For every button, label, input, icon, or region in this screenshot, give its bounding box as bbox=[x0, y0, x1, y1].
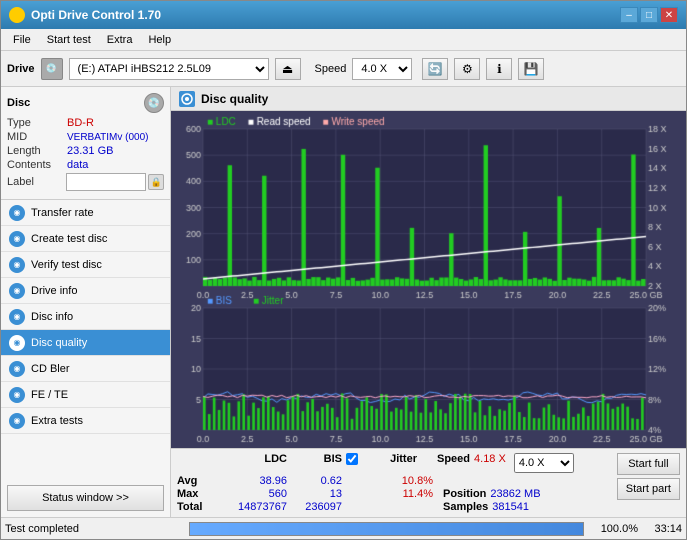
label-label: Label bbox=[7, 176, 66, 188]
cd-bler-icon: ◉ bbox=[9, 361, 25, 377]
total-label: Total bbox=[177, 501, 217, 513]
drive-info-icon: ◉ bbox=[9, 283, 25, 299]
jitter-header: Jitter bbox=[362, 453, 417, 473]
menu-file[interactable]: File bbox=[5, 32, 39, 48]
samples-value: 381541 bbox=[492, 501, 529, 513]
jitter-checkbox[interactable] bbox=[346, 453, 358, 465]
quality-chart bbox=[171, 111, 686, 448]
close-button[interactable]: ✕ bbox=[660, 7, 678, 23]
disc-quality-icon: ◉ bbox=[9, 335, 25, 351]
max-bis: 13 bbox=[287, 488, 342, 500]
sidebar-item-verify-test-disc[interactable]: ◉ Verify test disc bbox=[1, 252, 170, 278]
ldc-header: LDC bbox=[217, 453, 287, 473]
transfer-rate-icon: ◉ bbox=[9, 205, 25, 221]
drive-icon: 💿 bbox=[41, 58, 63, 80]
contents-value: data bbox=[67, 159, 164, 171]
length-value: 23.31 GB bbox=[67, 145, 164, 157]
samples-label: Samples bbox=[443, 501, 488, 513]
avg-bis: 0.62 bbox=[287, 475, 342, 487]
avg-label: Avg bbox=[177, 475, 217, 487]
time-text: 33:14 bbox=[642, 523, 682, 535]
app-icon bbox=[9, 7, 25, 23]
speed-select[interactable]: 4.0 X bbox=[352, 58, 412, 80]
start-part-button[interactable]: Start part bbox=[617, 478, 680, 500]
create-test-disc-icon: ◉ bbox=[9, 231, 25, 247]
stats-row-total: Total 14873767 236097 Samples 381541 bbox=[177, 501, 611, 513]
mid-value: VERBATIMv (000) bbox=[67, 132, 164, 143]
stats-row-max: Max 560 13 11.4% Position 23862 MB bbox=[177, 488, 611, 500]
minimize-button[interactable]: – bbox=[620, 7, 638, 23]
disc-quality-icon-header bbox=[179, 91, 195, 107]
refresh-button[interactable]: 🔄 bbox=[422, 58, 448, 80]
bis-header: BIS bbox=[287, 453, 342, 473]
verify-test-disc-icon: ◉ bbox=[9, 257, 25, 273]
sidebar-item-fe-te[interactable]: ◉ FE / TE bbox=[1, 382, 170, 408]
status-window-button[interactable]: Status window >> bbox=[7, 485, 164, 511]
avg-jitter: 10.8% bbox=[358, 475, 433, 487]
menu-start-test[interactable]: Start test bbox=[39, 32, 99, 48]
type-label: Type bbox=[7, 117, 67, 129]
sidebar-item-drive-info[interactable]: ◉ Drive info bbox=[1, 278, 170, 304]
speed-label: Speed bbox=[315, 63, 347, 75]
position-value: 23862 MB bbox=[490, 488, 540, 500]
max-ldc: 560 bbox=[217, 488, 287, 500]
eject-button[interactable]: ⏏ bbox=[275, 58, 301, 80]
contents-label: Contents bbox=[7, 159, 67, 171]
label-input[interactable] bbox=[66, 173, 146, 191]
jitter-checkbox-container bbox=[346, 453, 358, 473]
mid-label: MID bbox=[7, 131, 67, 143]
settings-button[interactable]: ⚙ bbox=[454, 58, 480, 80]
info-button[interactable]: ℹ bbox=[486, 58, 512, 80]
menu-help[interactable]: Help bbox=[140, 32, 179, 48]
type-value: BD-R bbox=[67, 117, 164, 129]
speed-select-stats[interactable]: 4.0 X bbox=[514, 453, 574, 473]
sidebar-nav: ◉ Transfer rate ◉ Create test disc ◉ Ver… bbox=[1, 200, 170, 479]
length-label: Length bbox=[7, 145, 67, 157]
sidebar-item-transfer-rate[interactable]: ◉ Transfer rate bbox=[1, 200, 170, 226]
disc-section-title: Disc bbox=[7, 97, 30, 109]
sidebar-item-disc-quality[interactable]: ◉ Disc quality bbox=[1, 330, 170, 356]
total-bis: 236097 bbox=[287, 501, 342, 513]
speed-value-stats: 4.18 X bbox=[474, 453, 506, 473]
extra-tests-icon: ◉ bbox=[9, 413, 25, 429]
drive-select[interactable]: (E:) ATAPI iHBS212 2.5L09 bbox=[69, 58, 269, 80]
max-label: Max bbox=[177, 488, 217, 500]
speed-label-stats: Speed bbox=[437, 453, 470, 473]
status-text: Test completed bbox=[5, 523, 185, 535]
disc-info-icon: ◉ bbox=[9, 309, 25, 325]
progress-text: 100.0% bbox=[588, 523, 638, 535]
stats-row-avg: Avg 38.96 0.62 10.8% bbox=[177, 475, 611, 487]
sidebar-item-extra-tests[interactable]: ◉ Extra tests bbox=[1, 408, 170, 434]
disc-quality-title: Disc quality bbox=[201, 92, 268, 106]
label-icon: 🔒 bbox=[148, 174, 164, 190]
drive-label: Drive bbox=[7, 63, 35, 75]
action-buttons: Start full Start part bbox=[617, 453, 680, 500]
progress-bar bbox=[189, 522, 584, 536]
start-full-button[interactable]: Start full bbox=[617, 453, 680, 475]
disc-icon: 💿 bbox=[144, 93, 164, 113]
avg-ldc: 38.96 bbox=[217, 475, 287, 487]
window-title: Opti Drive Control 1.70 bbox=[31, 8, 161, 22]
save-button[interactable]: 💾 bbox=[518, 58, 544, 80]
sidebar-item-disc-info[interactable]: ◉ Disc info bbox=[1, 304, 170, 330]
max-jitter: 11.4% bbox=[358, 488, 433, 500]
position-label: Position bbox=[443, 488, 486, 500]
menu-extra[interactable]: Extra bbox=[99, 32, 141, 48]
progress-bar-fill bbox=[190, 523, 583, 535]
fe-te-icon: ◉ bbox=[9, 387, 25, 403]
total-ldc: 14873767 bbox=[217, 501, 287, 513]
maximize-button[interactable]: □ bbox=[640, 7, 658, 23]
sidebar-item-create-test-disc[interactable]: ◉ Create test disc bbox=[1, 226, 170, 252]
sidebar-item-cd-bler[interactable]: ◉ CD Bler bbox=[1, 356, 170, 382]
